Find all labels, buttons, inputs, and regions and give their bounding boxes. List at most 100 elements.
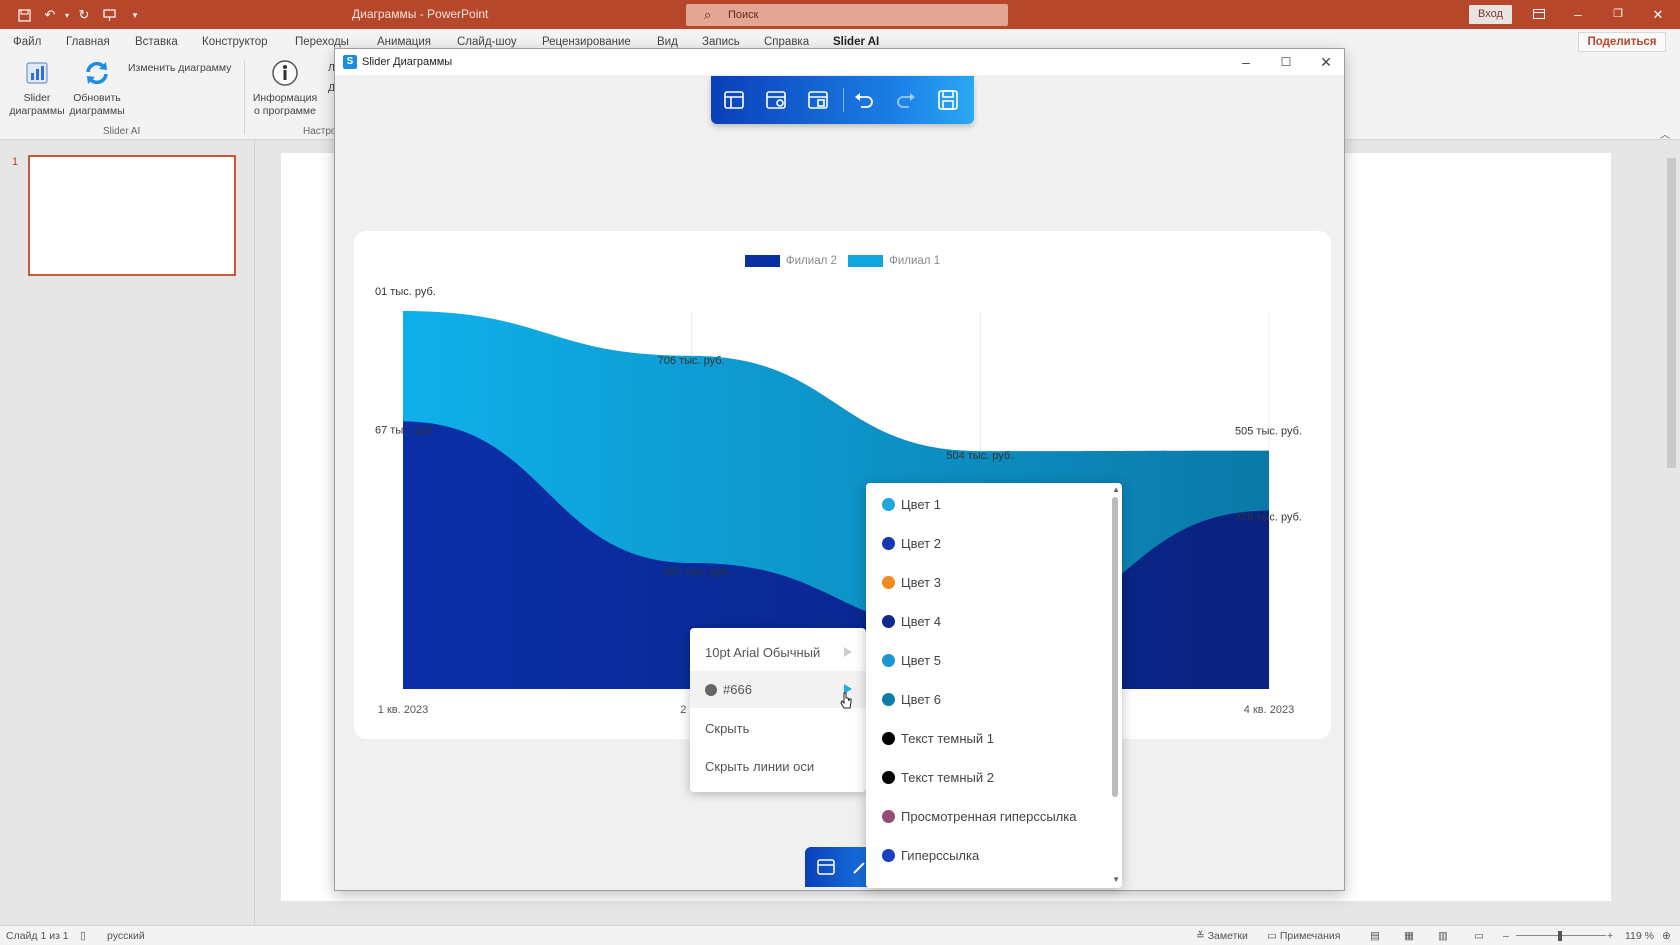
data-label[interactable]: 706 тыс. руб. xyxy=(658,355,725,367)
color-option[interactable]: Гиперссылка xyxy=(882,846,979,866)
notes-button[interactable]: ≚ Заметки xyxy=(1196,930,1248,942)
edit-chart-button[interactable]: Изменить диаграмму xyxy=(128,62,238,75)
color-dot-icon xyxy=(882,654,895,667)
tab-slideshow[interactable]: Слайд-шоу xyxy=(457,36,517,48)
color-menu-scroll-thumb[interactable] xyxy=(1112,497,1118,797)
tab-insert[interactable]: Вставка xyxy=(135,36,178,48)
color-option[interactable]: Цвет 2 xyxy=(882,534,941,554)
zoom-level[interactable]: 119 % xyxy=(1625,930,1654,942)
vertical-scrollbar[interactable] xyxy=(1664,140,1680,925)
slideshow-view-icon[interactable]: ▭ xyxy=(1474,930,1484,942)
color-option-label: Просмотренная гиперссылка xyxy=(901,809,1077,824)
hide-menu-item[interactable]: Скрыть xyxy=(690,710,866,747)
font-menu-item[interactable]: 10pt Arial Обычный xyxy=(690,634,866,671)
tab-view[interactable]: Вид xyxy=(657,36,678,48)
slide-sorter-icon[interactable]: ▦ xyxy=(1404,930,1414,942)
data-label[interactable]: 378 тыс. руб. xyxy=(1235,512,1302,524)
tab-home[interactable]: Главная xyxy=(66,36,110,48)
search-placeholder: Поиск xyxy=(728,9,759,21)
status-bar: Слайд 1 из 1 ▯ русский ≚ Заметки ▭ Приме… xyxy=(0,925,1680,945)
normal-view-icon[interactable]: ▤ xyxy=(1370,930,1380,942)
comments-label: Примечания xyxy=(1279,930,1341,942)
tab-animations[interactable]: Анимация xyxy=(377,36,431,48)
presentation-icon[interactable] xyxy=(100,6,118,24)
color-option-label: Цвет 1 xyxy=(901,497,941,512)
fit-slide-icon[interactable]: ⊕ xyxy=(1662,930,1671,942)
chart-data-icon[interactable] xyxy=(763,88,789,112)
save-chart-icon[interactable] xyxy=(935,88,961,112)
save-icon[interactable] xyxy=(15,6,33,24)
slide-number: 1 xyxy=(12,156,19,168)
slide-thumbnail[interactable] xyxy=(28,155,236,276)
spellcheck-icon[interactable]: ▯ xyxy=(80,930,86,942)
tab-file[interactable]: Файл xyxy=(13,36,41,48)
data-label[interactable]: 504 тыс. руб. xyxy=(946,450,1013,462)
tab-transitions[interactable]: Переходы xyxy=(295,36,349,48)
scroll-down-icon[interactable]: ▼ xyxy=(1112,875,1120,884)
close-icon[interactable]: ✕ xyxy=(1643,5,1673,24)
color-option-label: Текст темный 1 xyxy=(901,731,994,746)
comments-button[interactable]: ▭ Примечания xyxy=(1267,930,1340,942)
minimize-icon[interactable]: – xyxy=(1563,5,1593,24)
data-label[interactable]: 01 тыс. руб. xyxy=(375,286,436,298)
data-label[interactable]: 67 тыс. руб. xyxy=(375,424,436,436)
chart-layout-icon[interactable] xyxy=(721,88,747,112)
color-option[interactable]: Текст темный 1 xyxy=(882,729,994,749)
color-option[interactable]: Цвет 3 xyxy=(882,573,941,593)
tab-record[interactable]: Запись xyxy=(702,36,740,48)
data-label[interactable]: 267 тыс. руб. xyxy=(664,566,731,578)
edit-chart-label: Изменить диаграмму xyxy=(128,62,232,74)
color-option[interactable]: Цвет 6 xyxy=(882,690,941,710)
collapse-ribbon-icon[interactable]: ︿ xyxy=(1660,126,1670,141)
hide-axis-lines-menu-item[interactable]: Скрыть линии оси xyxy=(690,748,866,785)
restore-icon[interactable]: ❐ xyxy=(1603,5,1633,24)
redo-chart-icon[interactable] xyxy=(893,88,919,112)
dialog-minimize-icon[interactable]: – xyxy=(1231,53,1261,71)
toolbar-separator xyxy=(843,88,844,112)
share-button[interactable]: Поделиться xyxy=(1578,32,1666,52)
undo-chart-icon[interactable] xyxy=(851,88,877,112)
dialog-maximize-icon[interactable]: ☐ xyxy=(1271,53,1301,71)
zoom-in-icon[interactable]: + xyxy=(1607,930,1613,942)
refresh-icon xyxy=(82,58,112,88)
slider-charts-button[interactable]: Slider диаграммы xyxy=(6,58,68,118)
tab-design[interactable]: Конструктор xyxy=(202,36,268,48)
ribbon-group-label-settings: Настро xyxy=(303,126,337,137)
x-tick-label[interactable]: 1 кв. 2023 xyxy=(378,704,428,716)
refresh-charts-button[interactable]: Обновить диаграммы xyxy=(66,58,128,118)
x-tick-label[interactable]: 4 кв. 2023 xyxy=(1244,704,1294,716)
color-option[interactable]: Просмотренная гиперссылка xyxy=(882,807,1076,827)
search-input[interactable]: ⌕ Поиск xyxy=(686,4,1008,26)
customize-toolbar-icon[interactable]: ▾ xyxy=(126,6,144,24)
reading-view-icon[interactable]: ▥ xyxy=(1438,930,1448,942)
color-option[interactable]: Цвет 5 xyxy=(882,651,941,671)
color-option[interactable]: Цвет 4 xyxy=(882,612,941,632)
chart-settings-icon[interactable] xyxy=(805,88,831,112)
language-indicator[interactable]: русский xyxy=(107,930,145,942)
search-icon: ⌕ xyxy=(704,7,712,22)
data-label[interactable]: 505 тыс. руб. xyxy=(1235,426,1302,438)
scroll-up-icon[interactable]: ▲ xyxy=(1112,485,1120,494)
tab-help[interactable]: Справка xyxy=(764,36,809,48)
about-button[interactable]: Информация о программе xyxy=(250,58,320,118)
tab-review[interactable]: Рецензирование xyxy=(542,36,631,48)
redo-icon[interactable]: ↻ xyxy=(75,6,93,24)
zoom-slider-thumb[interactable] xyxy=(1558,931,1562,941)
dialog-close-icon[interactable]: ✕ xyxy=(1311,53,1341,71)
tab-slider-ai[interactable]: Slider AI xyxy=(833,36,879,48)
zoom-out-icon[interactable]: – xyxy=(1503,930,1509,942)
color-dot-icon xyxy=(882,693,895,706)
undo-icon[interactable]: ↶ xyxy=(41,6,59,24)
slide-thumbnail-pane: 1 xyxy=(0,140,255,925)
ribbon-display-icon[interactable] xyxy=(1524,5,1554,24)
signin-button[interactable]: Вход xyxy=(1469,5,1512,24)
color-option[interactable]: Цвет 1 xyxy=(882,495,941,515)
color-option[interactable]: Текст темный 2 xyxy=(882,768,994,788)
bottom-chart-icon[interactable] xyxy=(813,855,839,879)
font-menu-label: 10pt Arial Обычный xyxy=(705,645,821,660)
scrollbar-thumb[interactable] xyxy=(1667,158,1676,468)
undo-dropdown-icon[interactable]: ▾ xyxy=(58,6,76,24)
about-label-1: Информация xyxy=(252,92,318,104)
color-menu-scrollbar[interactable] xyxy=(1112,497,1118,869)
color-dot-icon xyxy=(882,498,895,511)
